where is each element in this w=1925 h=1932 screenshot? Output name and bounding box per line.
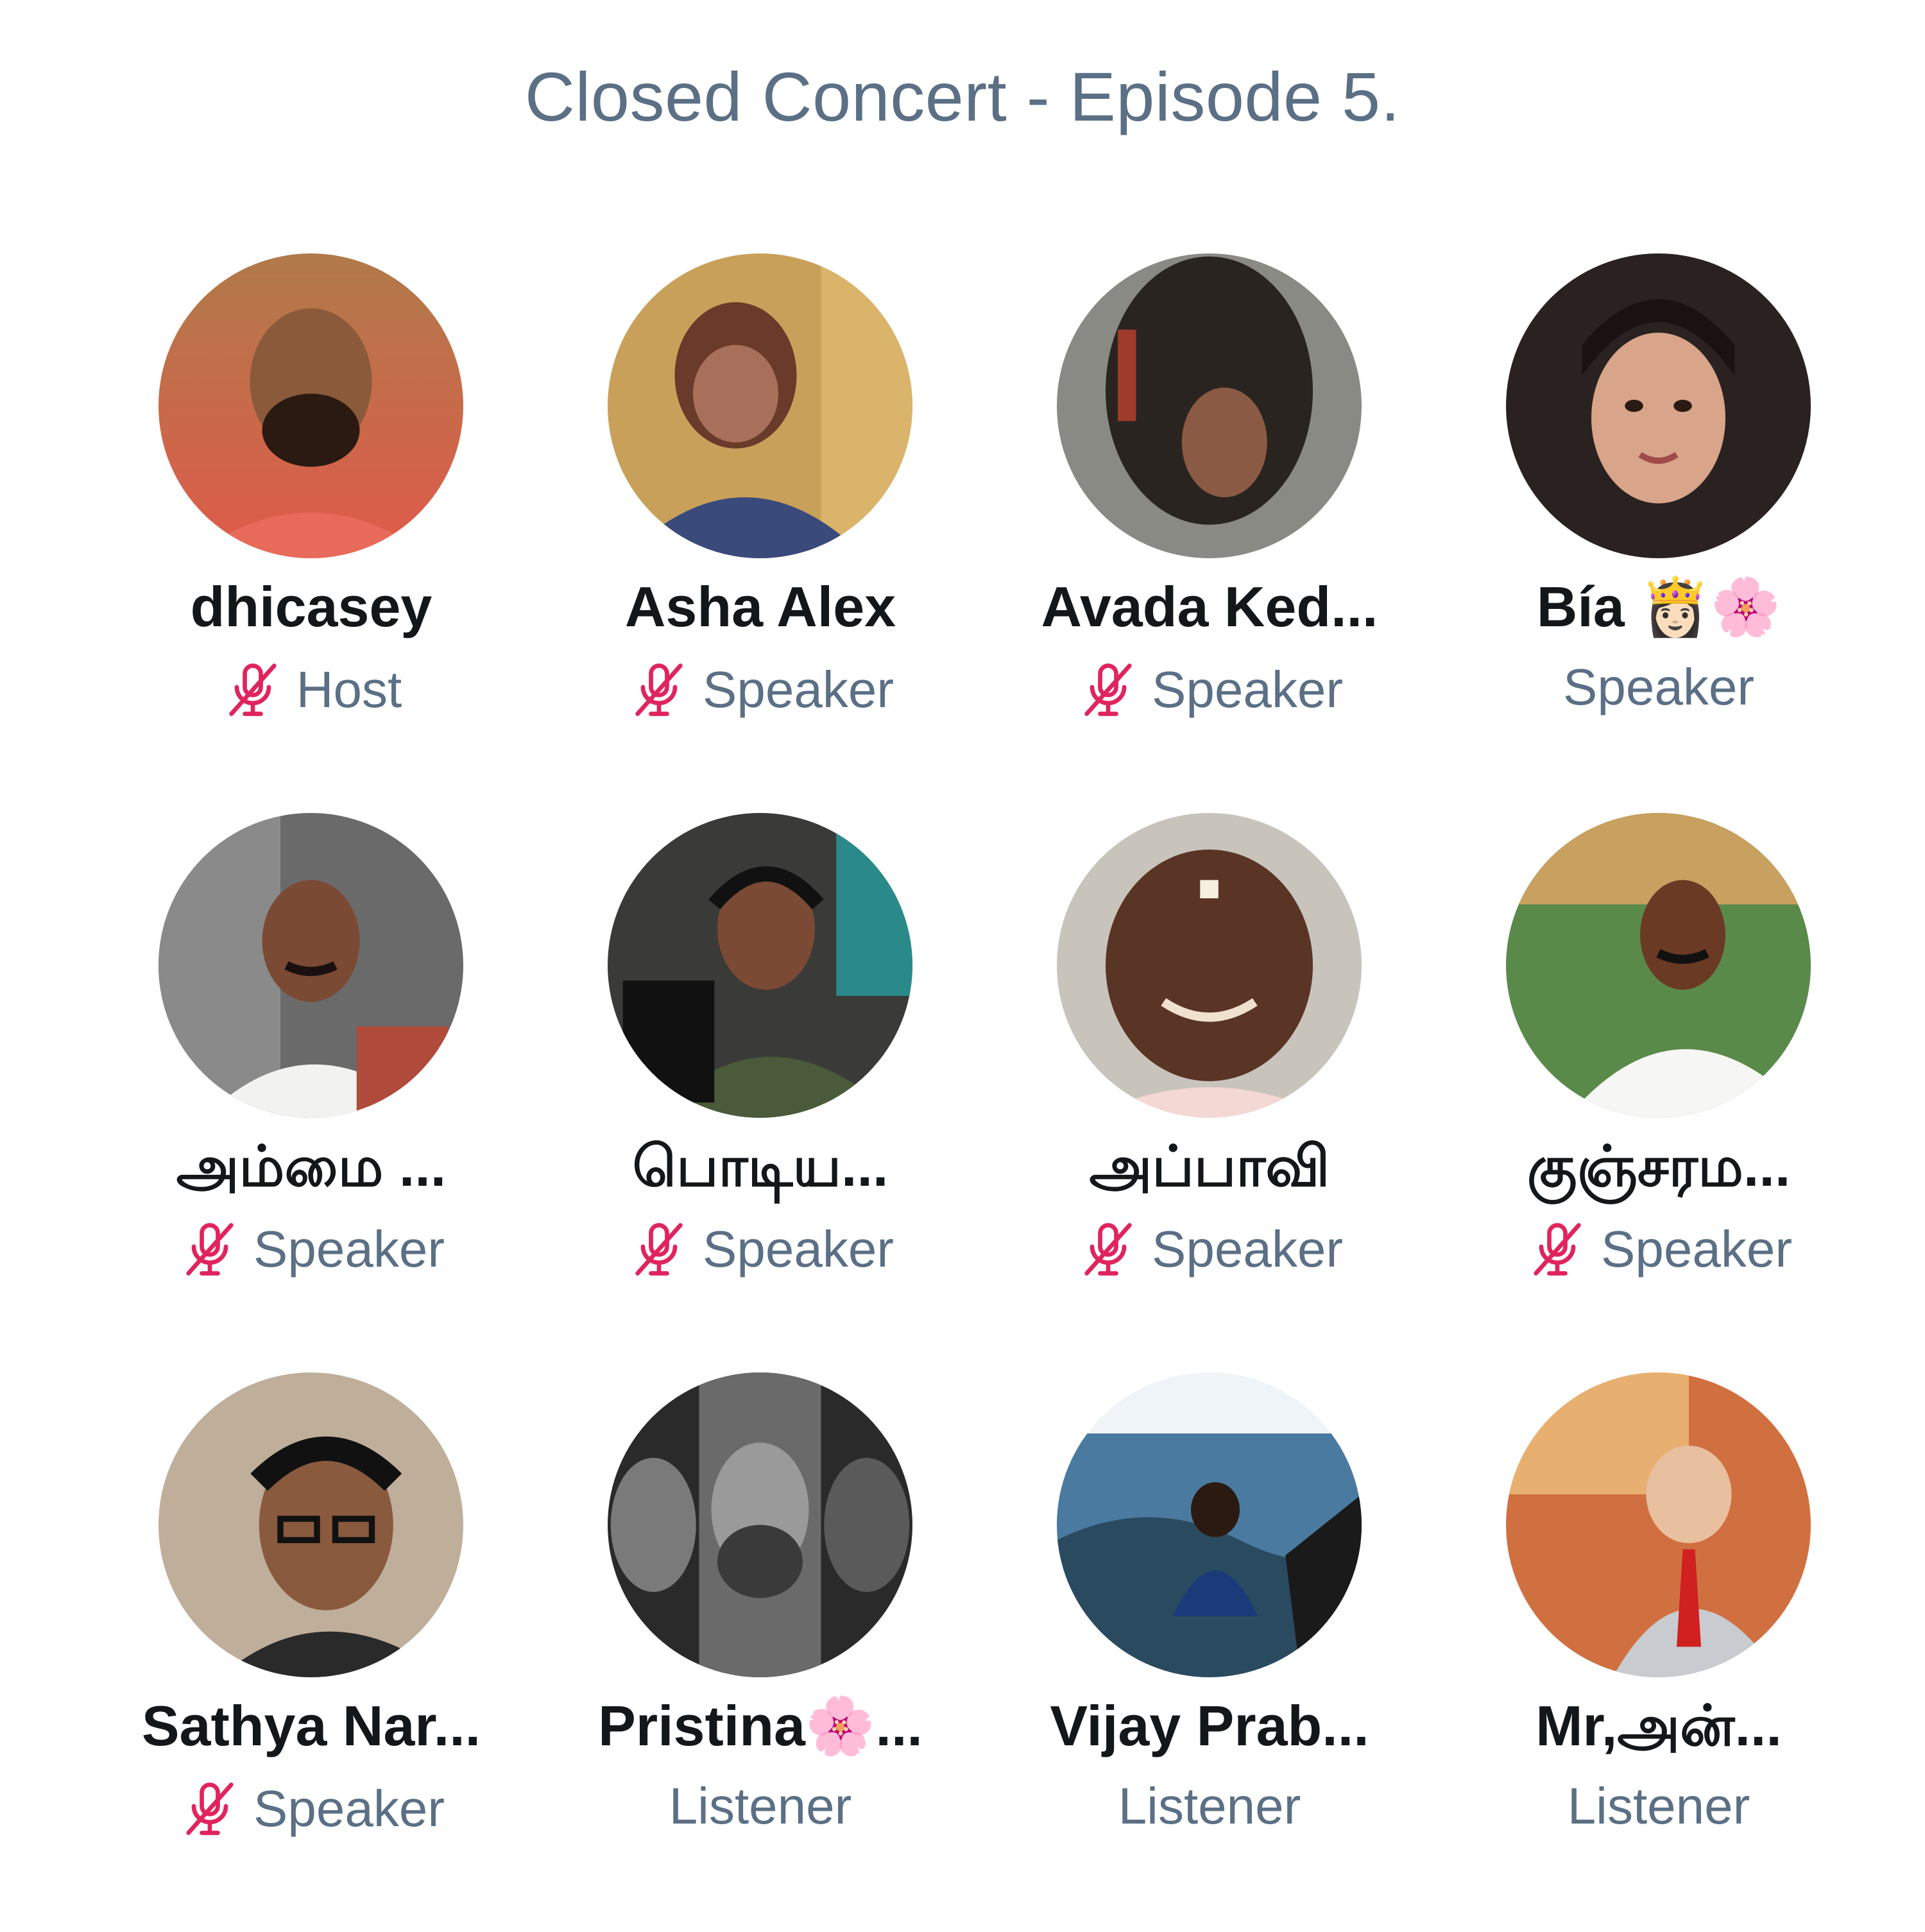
mic-muted-icon <box>178 1217 242 1281</box>
participant-name: Mr,அன்... <box>1536 1694 1782 1757</box>
participant-role: Speaker <box>1601 1220 1792 1278</box>
participant-name: அம்மை ... <box>176 1134 447 1198</box>
role-line: Listener <box>1450 1777 1867 1836</box>
mic-muted-icon <box>1076 658 1140 722</box>
role-line: Listener <box>1001 1777 1418 1836</box>
avatar <box>158 1372 463 1677</box>
participant-role: Speaker <box>703 1220 894 1278</box>
mic-muted-icon <box>1525 1217 1589 1281</box>
participant-role: Speaker <box>1563 658 1754 715</box>
participant-role: Speaker <box>1152 661 1343 718</box>
participant-name: Sathya Nar... <box>141 1694 481 1757</box>
participant-card[interactable]: Bía 👸🏻🌸 Speaker <box>1450 253 1899 813</box>
mic-muted-icon <box>178 1777 242 1841</box>
role-line: Speaker <box>1450 658 1867 717</box>
participant-card[interactable]: அப்பாவி Speaker <box>1001 813 1450 1372</box>
participant-role: Host <box>296 661 402 718</box>
participant-card[interactable]: Avada Ked... Speaker <box>1001 253 1450 813</box>
participant-card[interactable]: பொடிய... Speaker <box>552 813 1001 1372</box>
role-line: Speaker <box>1001 1217 1418 1281</box>
participant-role: Speaker <box>253 1780 445 1837</box>
avatar <box>1506 1372 1811 1677</box>
participant-card[interactable]: dhicasey Host <box>103 253 552 813</box>
participant-role: Listener <box>1567 1777 1750 1834</box>
participant-name: குஞ்சரம... <box>1527 1134 1791 1198</box>
role-line: Speaker <box>552 1217 969 1281</box>
avatar <box>608 813 912 1118</box>
role-line: Speaker <box>1001 658 1418 722</box>
role-line: Speaker <box>103 1777 520 1841</box>
avatar <box>1057 253 1362 558</box>
avatar <box>608 253 912 558</box>
participant-role: Speaker <box>253 1220 445 1278</box>
participant-card[interactable]: Sathya Nar... Speaker <box>103 1372 552 1932</box>
avatar <box>1057 813 1362 1118</box>
participant-card[interactable]: Mr,அன்... Listener <box>1450 1372 1899 1932</box>
role-line: Speaker <box>1450 1217 1867 1281</box>
space-title: Closed Concert - Episode 5. <box>524 58 1401 135</box>
participant-grid: dhicasey Host Asha Alex Speaker Avada Ke… <box>103 253 1874 1932</box>
mic-muted-icon <box>627 1217 691 1281</box>
role-line: Speaker <box>103 1217 520 1281</box>
avatar <box>1057 1372 1362 1677</box>
participant-name: Avada Ked... <box>1041 575 1378 638</box>
participant-name: Asha Alex <box>624 575 896 638</box>
participant-role: Speaker <box>1152 1220 1343 1278</box>
participant-role: Speaker <box>703 661 894 718</box>
mic-muted-icon <box>1076 1217 1140 1281</box>
participant-name: பொடிய... <box>632 1134 889 1198</box>
role-line: Listener <box>552 1777 969 1836</box>
participant-name: Vijay Prab... <box>1050 1694 1369 1757</box>
participant-card[interactable]: குஞ்சரம... Speaker <box>1450 813 1899 1372</box>
participant-role: Listener <box>669 1777 852 1834</box>
participant-role: Listener <box>1118 1777 1301 1834</box>
participant-name: Pristina🌸... <box>598 1694 923 1757</box>
role-line: Host <box>103 658 520 722</box>
avatar <box>1506 253 1811 558</box>
mic-muted-icon <box>627 658 691 722</box>
participant-name: அப்பாவி <box>1089 1134 1330 1198</box>
participant-card[interactable]: Pristina🌸... Listener <box>552 1372 1001 1932</box>
participant-name: Bía 👸🏻🌸 <box>1536 575 1781 638</box>
role-line: Speaker <box>552 658 969 722</box>
avatar <box>158 813 463 1118</box>
participant-card[interactable]: Asha Alex Speaker <box>552 253 1001 813</box>
avatar <box>608 1372 912 1677</box>
participant-card[interactable]: அம்மை ... Speaker <box>103 813 552 1372</box>
avatar <box>1506 813 1811 1118</box>
mic-muted-icon <box>221 658 285 722</box>
participant-card[interactable]: Vijay Prab... Listener <box>1001 1372 1450 1932</box>
participant-name: dhicasey <box>190 575 432 638</box>
avatar <box>158 253 463 558</box>
